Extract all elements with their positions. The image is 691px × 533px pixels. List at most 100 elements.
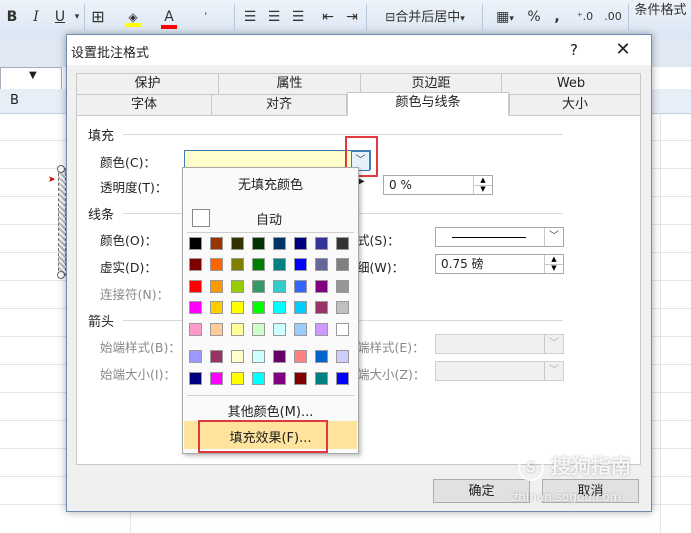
increase-indent-icon[interactable]: ⇥ [342, 6, 362, 28]
chevron-down-icon[interactable]: ﹀ [544, 335, 563, 353]
color-swatch[interactable] [231, 301, 244, 314]
align-left-icon[interactable]: ☰ [240, 6, 260, 28]
color-swatch[interactable] [315, 280, 328, 293]
color-swatch[interactable] [189, 301, 202, 314]
color-swatch[interactable] [231, 280, 244, 293]
color-swatch[interactable] [252, 301, 265, 314]
spin-down-icon[interactable]: ▼ [474, 185, 492, 194]
color-swatch[interactable] [231, 323, 244, 336]
color-swatch[interactable] [336, 372, 349, 385]
color-swatch[interactable] [315, 350, 328, 363]
name-box[interactable]: ▼ [0, 67, 62, 91]
percent-button[interactable]: % [524, 6, 544, 28]
tab-web[interactable]: Web [501, 73, 641, 95]
bold-button[interactable]: B [4, 6, 20, 28]
resize-handle[interactable] [57, 271, 65, 279]
decrease-decimal-button[interactable]: .00 [600, 6, 626, 28]
color-swatch[interactable] [231, 372, 244, 385]
chevron-down-icon[interactable]: ▾ [72, 6, 82, 28]
decrease-indent-icon[interactable]: ⇤ [318, 6, 338, 28]
color-swatch[interactable] [231, 237, 244, 250]
increase-decimal-button[interactable]: ⁺.0 [572, 6, 598, 28]
help-button[interactable]: ? [563, 39, 585, 61]
spin-down-icon[interactable]: ▼ [545, 264, 563, 273]
chevron-down-icon[interactable]: ﹀ [544, 362, 563, 380]
color-swatch[interactable] [294, 372, 307, 385]
color-swatch[interactable] [252, 350, 265, 363]
color-swatch[interactable] [252, 258, 265, 271]
line-weight-input[interactable]: 0.75 磅 ▲ ▼ [435, 254, 564, 274]
comment-border[interactable] [58, 168, 66, 276]
color-swatch[interactable] [189, 350, 202, 363]
color-swatch[interactable] [294, 280, 307, 293]
color-swatch[interactable] [315, 258, 328, 271]
chevron-down-icon[interactable]: ▼ [29, 70, 37, 81]
tab-properties[interactable]: 属性 [218, 73, 361, 95]
color-swatch[interactable] [336, 301, 349, 314]
color-swatch[interactable] [210, 258, 223, 271]
number-format-icon[interactable]: ▦▾ [488, 6, 522, 28]
color-swatch[interactable] [336, 280, 349, 293]
color-swatch[interactable] [210, 237, 223, 250]
color-swatch[interactable] [210, 350, 223, 363]
align-right-icon[interactable]: ☰ [288, 6, 308, 28]
color-swatch[interactable] [273, 258, 286, 271]
color-swatch[interactable] [273, 323, 286, 336]
color-swatch[interactable] [252, 323, 265, 336]
merge-center-button[interactable]: ⊟合并后居中▾ [372, 6, 478, 28]
tab-alignment[interactable]: 对齐 [211, 94, 347, 116]
color-swatch[interactable] [336, 258, 349, 271]
color-swatch[interactable] [294, 350, 307, 363]
chevron-down-icon[interactable]: ﹀ [544, 228, 563, 246]
color-swatch[interactable] [336, 323, 349, 336]
color-swatch[interactable] [189, 280, 202, 293]
font-color-icon[interactable]: A [158, 6, 180, 29]
color-swatch[interactable] [210, 301, 223, 314]
color-swatch[interactable] [294, 237, 307, 250]
line-style-dropdown[interactable]: ﹀ [435, 227, 564, 247]
color-swatch[interactable] [231, 350, 244, 363]
color-swatch[interactable] [315, 323, 328, 336]
comma-button[interactable]: , [550, 6, 564, 28]
color-swatch[interactable] [210, 323, 223, 336]
phonetic-icon[interactable]: ᡃ [196, 6, 218, 28]
color-swatch[interactable] [294, 323, 307, 336]
color-swatch[interactable] [252, 280, 265, 293]
italic-button[interactable]: I [28, 6, 44, 28]
color-swatch[interactable] [336, 237, 349, 250]
color-swatch[interactable] [189, 323, 202, 336]
tab-colors-lines[interactable]: 颜色与线条 [347, 92, 509, 116]
column-b-header[interactable]: B [10, 93, 19, 108]
color-swatch[interactable] [273, 237, 286, 250]
tab-size[interactable]: 大小 [509, 94, 641, 116]
borders-icon[interactable]: ⊞ [88, 6, 108, 28]
color-swatch[interactable] [273, 280, 286, 293]
color-swatch[interactable] [315, 301, 328, 314]
tab-protection[interactable]: 保护 [76, 73, 219, 95]
fill-color-icon[interactable]: ◈ [122, 6, 144, 28]
color-swatch[interactable] [273, 350, 286, 363]
color-swatch[interactable] [210, 372, 223, 385]
color-swatch[interactable] [189, 258, 202, 271]
close-icon[interactable]: ✕ [612, 39, 634, 61]
color-swatch[interactable] [210, 280, 223, 293]
more-colors-option[interactable]: 其他颜色(M)... [183, 401, 358, 420]
end-size-dropdown[interactable]: ﹀ [435, 361, 564, 381]
align-center-icon[interactable]: ☰ [264, 6, 284, 28]
color-swatch[interactable] [294, 301, 307, 314]
color-swatch[interactable] [273, 372, 286, 385]
transparency-input[interactable]: 0 % ▲ ▼ [383, 175, 493, 195]
color-swatch[interactable] [252, 237, 265, 250]
underline-button[interactable]: U [52, 6, 68, 28]
resize-handle[interactable] [57, 165, 65, 173]
color-swatch[interactable] [252, 372, 265, 385]
color-swatch[interactable] [294, 258, 307, 271]
color-swatch[interactable] [189, 372, 202, 385]
color-swatch[interactable] [315, 372, 328, 385]
color-swatch[interactable] [273, 301, 286, 314]
color-swatch[interactable] [336, 350, 349, 363]
color-swatch[interactable] [315, 237, 328, 250]
end-style-dropdown[interactable]: ﹀ [435, 334, 564, 354]
dialog-title-bar[interactable]: 设置批注格式 ? ✕ [67, 35, 651, 65]
conditional-format-button[interactable]: 条件格式 [630, 0, 691, 22]
